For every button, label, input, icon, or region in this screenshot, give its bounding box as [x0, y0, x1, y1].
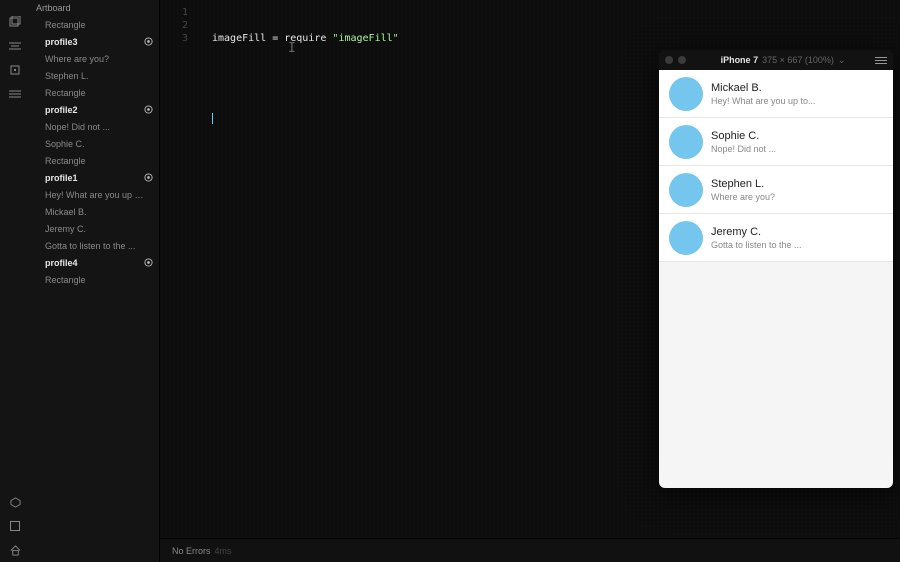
- layers-tool-icon[interactable]: [8, 15, 22, 29]
- status-label: No Errors: [172, 546, 211, 556]
- layer-item[interactable]: Stephen L.: [30, 67, 159, 84]
- layer-label: Hey! What are you up to...: [45, 190, 145, 200]
- status-timing: 4ms: [215, 546, 232, 556]
- layer-item[interactable]: Rectangle: [30, 16, 159, 33]
- layer-item[interactable]: Gotta to listen to the ...: [30, 237, 159, 254]
- contact-name: Sophie C.: [711, 130, 776, 142]
- hamburger-icon[interactable]: [875, 57, 887, 64]
- target-icon[interactable]: [144, 173, 153, 182]
- layer-item[interactable]: Mickael B.: [30, 203, 159, 220]
- chevron-down-icon[interactable]: ⌄: [838, 55, 846, 66]
- layer-label: Jeremy C.: [45, 224, 86, 234]
- layer-item[interactable]: profile4: [30, 254, 159, 271]
- hexagon-tool-icon[interactable]: [8, 495, 22, 509]
- target-icon[interactable]: [144, 258, 153, 267]
- contact-row[interactable]: Stephen L. Where are you?: [659, 166, 893, 214]
- code-line: imageFill = require "imageFill": [212, 32, 900, 45]
- layer-item[interactable]: profile1: [30, 169, 159, 186]
- gutter: 1 2 3: [160, 0, 196, 538]
- layer-item[interactable]: Jeremy C.: [30, 220, 159, 237]
- layer-item[interactable]: Nope! Did not ...: [30, 118, 159, 135]
- layer-item[interactable]: Hey! What are you up to...: [30, 186, 159, 203]
- contact-info: Jeremy C. Gotta to listen to the ...: [711, 226, 802, 250]
- contact-subtitle: Hey! What are you up to...: [711, 96, 816, 106]
- layer-item[interactable]: Sophie C.: [30, 135, 159, 152]
- layer-label: Rectangle: [45, 275, 86, 285]
- layer-label: Nope! Did not ...: [45, 122, 110, 132]
- home-tool-icon[interactable]: [8, 543, 22, 557]
- layer-label: Sophie C.: [45, 139, 85, 149]
- contact-list: Mickael B. Hey! What are you up to... Soph…: [659, 70, 893, 262]
- preview-canvas: Mickael B. Hey! What are you up to... Soph…: [659, 70, 893, 488]
- preview-dimensions: 375 × 667 (100%): [762, 55, 834, 65]
- layers-panel-title: Artboard: [30, 0, 159, 16]
- contact-subtitle: Nope! Did not ...: [711, 144, 776, 154]
- layer-item[interactable]: Rectangle: [30, 271, 159, 288]
- layer-label: Rectangle: [45, 20, 86, 30]
- contact-subtitle: Gotta to listen to the ...: [711, 240, 802, 250]
- traffic-light-close-icon[interactable]: [665, 56, 673, 64]
- layer-label: Gotta to listen to the ...: [45, 241, 136, 251]
- layer-label: Stephen L.: [45, 71, 89, 81]
- contact-row[interactable]: Mickael B. Hey! What are you up to...: [659, 70, 893, 118]
- layer-label: Where are you?: [45, 54, 109, 64]
- component-tool-icon[interactable]: [8, 63, 22, 77]
- align-tool-icon[interactable]: [8, 39, 22, 53]
- target-icon[interactable]: [144, 37, 153, 46]
- preview-title-wrap[interactable]: iPhone 7 375 × 667 (100%) ⌄: [691, 55, 875, 66]
- layer-label: profile1: [45, 173, 78, 183]
- contact-name: Mickael B.: [711, 82, 816, 94]
- layers-panel: Artboard Rectangle profile3 Where are you?…: [30, 0, 160, 562]
- avatar: [669, 221, 703, 255]
- layer-label: profile3: [45, 37, 78, 47]
- list-tool-icon[interactable]: [8, 87, 22, 101]
- layer-item[interactable]: Rectangle: [30, 152, 159, 169]
- contact-info: Mickael B. Hey! What are you up to...: [711, 82, 816, 106]
- line-number: 3: [160, 32, 196, 45]
- preview-titlebar[interactable]: iPhone 7 375 × 667 (100%) ⌄: [659, 50, 893, 70]
- layer-item[interactable]: profile3: [30, 33, 159, 50]
- layer-item[interactable]: Rectangle: [30, 84, 159, 101]
- tool-rail: [0, 0, 30, 562]
- contact-info: Stephen L. Where are you?: [711, 178, 775, 202]
- contact-name: Jeremy C.: [711, 226, 802, 238]
- layer-label: Rectangle: [45, 88, 86, 98]
- avatar: [669, 77, 703, 111]
- status-bar: No Errors 4ms: [160, 538, 900, 562]
- layer-label: profile2: [45, 105, 78, 115]
- line-number: 1: [160, 6, 196, 19]
- preview-window[interactable]: iPhone 7 375 × 667 (100%) ⌄ Mickael B. He…: [659, 50, 893, 488]
- contact-row[interactable]: Sophie C. Nope! Did not ...: [659, 118, 893, 166]
- contact-name: Stephen L.: [711, 178, 775, 190]
- layer-label: Mickael B.: [45, 207, 87, 217]
- traffic-light-min-icon[interactable]: [678, 56, 686, 64]
- text-caret: [212, 113, 213, 124]
- layers-list: Rectangle profile3 Where are you? Stephen L…: [30, 16, 159, 288]
- contact-row[interactable]: Jeremy C. Gotta to listen to the ...: [659, 214, 893, 262]
- square-tool-icon[interactable]: [8, 519, 22, 533]
- layer-item[interactable]: profile2: [30, 101, 159, 118]
- layer-item[interactable]: Where are you?: [30, 50, 159, 67]
- target-icon[interactable]: [144, 105, 153, 114]
- layer-label: Rectangle: [45, 156, 86, 166]
- contact-subtitle: Where are you?: [711, 192, 775, 202]
- avatar: [669, 125, 703, 159]
- line-number: 2: [160, 19, 196, 32]
- contact-info: Sophie C. Nope! Did not ...: [711, 130, 776, 154]
- layer-label: profile4: [45, 258, 78, 268]
- avatar: [669, 173, 703, 207]
- preview-device-name: iPhone 7: [721, 55, 759, 65]
